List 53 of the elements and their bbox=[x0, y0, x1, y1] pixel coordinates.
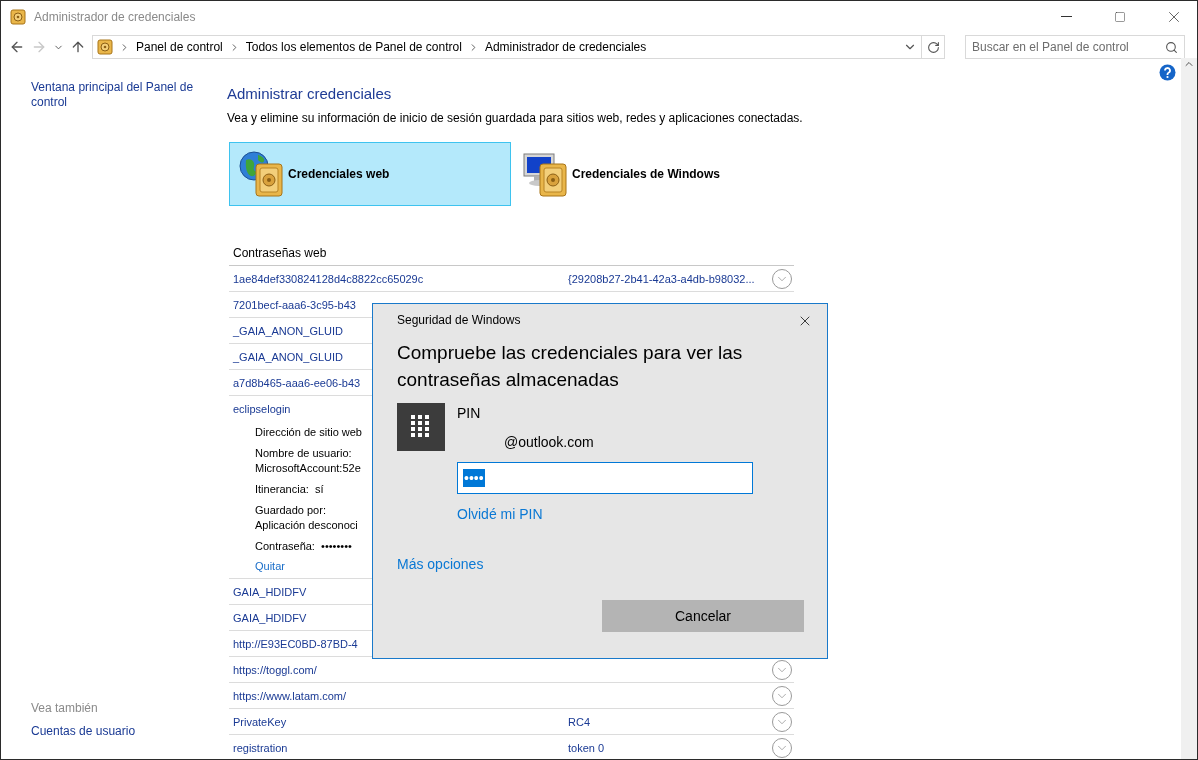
account-email: @outlook.com bbox=[504, 434, 595, 450]
breadcrumb-item[interactable]: Todos los elementos de Panel de control bbox=[245, 40, 462, 54]
window-title: Administrador de credenciales bbox=[34, 9, 197, 24]
sidebar-link[interactable]: Cuentas de usuario bbox=[31, 724, 227, 739]
forward-arrow-icon[interactable] bbox=[31, 39, 47, 55]
pin-field[interactable]: •••• bbox=[457, 462, 753, 494]
globe-safe-icon bbox=[238, 150, 286, 198]
dialog-title: Seguridad de Windows bbox=[397, 313, 521, 327]
list-title: Contraseñas web bbox=[229, 246, 794, 266]
credential-name[interactable]: https://www.latam.com/ bbox=[233, 689, 568, 702]
detail-text: Contraseña: •••••••• bbox=[255, 539, 352, 554]
forgot-pin-link[interactable]: Olvidé mi PIN bbox=[457, 506, 543, 522]
minimize-icon bbox=[1060, 16, 1072, 17]
detail-text: Dirección de sitio web bbox=[255, 425, 362, 440]
keypad-icon bbox=[397, 403, 445, 451]
page-description: Vea y elimine su información de inicio de sesión guardada para sitios web, redes y aplicaciones conectadas. bbox=[227, 111, 804, 125]
search-field[interactable]: Buscar en el Panel de control bbox=[965, 35, 1185, 59]
scrollbar[interactable] bbox=[1181, 58, 1197, 759]
credential-value: {29208b27-2b41-42a3-a4db-b98032... bbox=[568, 272, 756, 285]
credential-value: RC4 bbox=[568, 715, 591, 728]
detail-text: Itinerancia: sí bbox=[255, 482, 324, 497]
breadcrumb-item[interactable]: Panel de control bbox=[136, 40, 223, 54]
detail-text: Aplicación desconoci bbox=[255, 518, 358, 533]
help-icon[interactable] bbox=[1159, 64, 1176, 81]
remove-link[interactable]: Quitar bbox=[255, 560, 285, 572]
maximize-icon bbox=[1114, 10, 1126, 23]
refresh-icon bbox=[926, 40, 940, 54]
credential-name[interactable]: https://toggl.com/ bbox=[233, 663, 568, 676]
search-icon bbox=[1165, 40, 1178, 54]
vault-icon bbox=[10, 8, 26, 25]
credential-name[interactable]: 1ae84def330824128d4c8822cc65029c bbox=[233, 272, 568, 285]
address-bar[interactable]: Panel de control Todos los elementos de Panel de control Administrador de credenciales bbox=[92, 35, 945, 59]
credential-name[interactable]: PrivateKey bbox=[233, 715, 568, 728]
pin-value: •••• bbox=[463, 469, 485, 487]
detail-text: Guardado por: bbox=[255, 503, 326, 518]
detail-text: Nombre de usuario: bbox=[255, 446, 352, 461]
category-label: Credenciales de Windows bbox=[572, 167, 720, 181]
credential-name[interactable]: registration bbox=[233, 741, 568, 754]
category-label: Credenciales web bbox=[288, 167, 390, 181]
credential-value: token 0 bbox=[568, 741, 606, 754]
more-options-link[interactable]: Más opciones bbox=[397, 556, 484, 572]
cancel-button[interactable]: Cancelar bbox=[602, 600, 804, 632]
see-also-title: Vea también bbox=[31, 701, 99, 715]
vault-icon bbox=[97, 39, 113, 55]
sidebar-link[interactable]: Ventana principal del Panel de control bbox=[31, 80, 227, 110]
page-heading: Administrar credenciales bbox=[227, 85, 393, 102]
category-tile[interactable]: Credenciales web bbox=[229, 142, 511, 206]
detail-text: MicrosoftAccount:52e bbox=[255, 461, 361, 476]
sign-in-method: PIN bbox=[457, 405, 482, 421]
category-tile[interactable]: Credenciales de Windows bbox=[513, 142, 795, 206]
dialog-heading: Compruebe las credenciales para ver las contraseñas almacenadas bbox=[397, 341, 744, 392]
breadcrumb-item[interactable]: Administrador de credenciales bbox=[484, 40, 647, 54]
monitor-safe-icon bbox=[522, 150, 570, 198]
